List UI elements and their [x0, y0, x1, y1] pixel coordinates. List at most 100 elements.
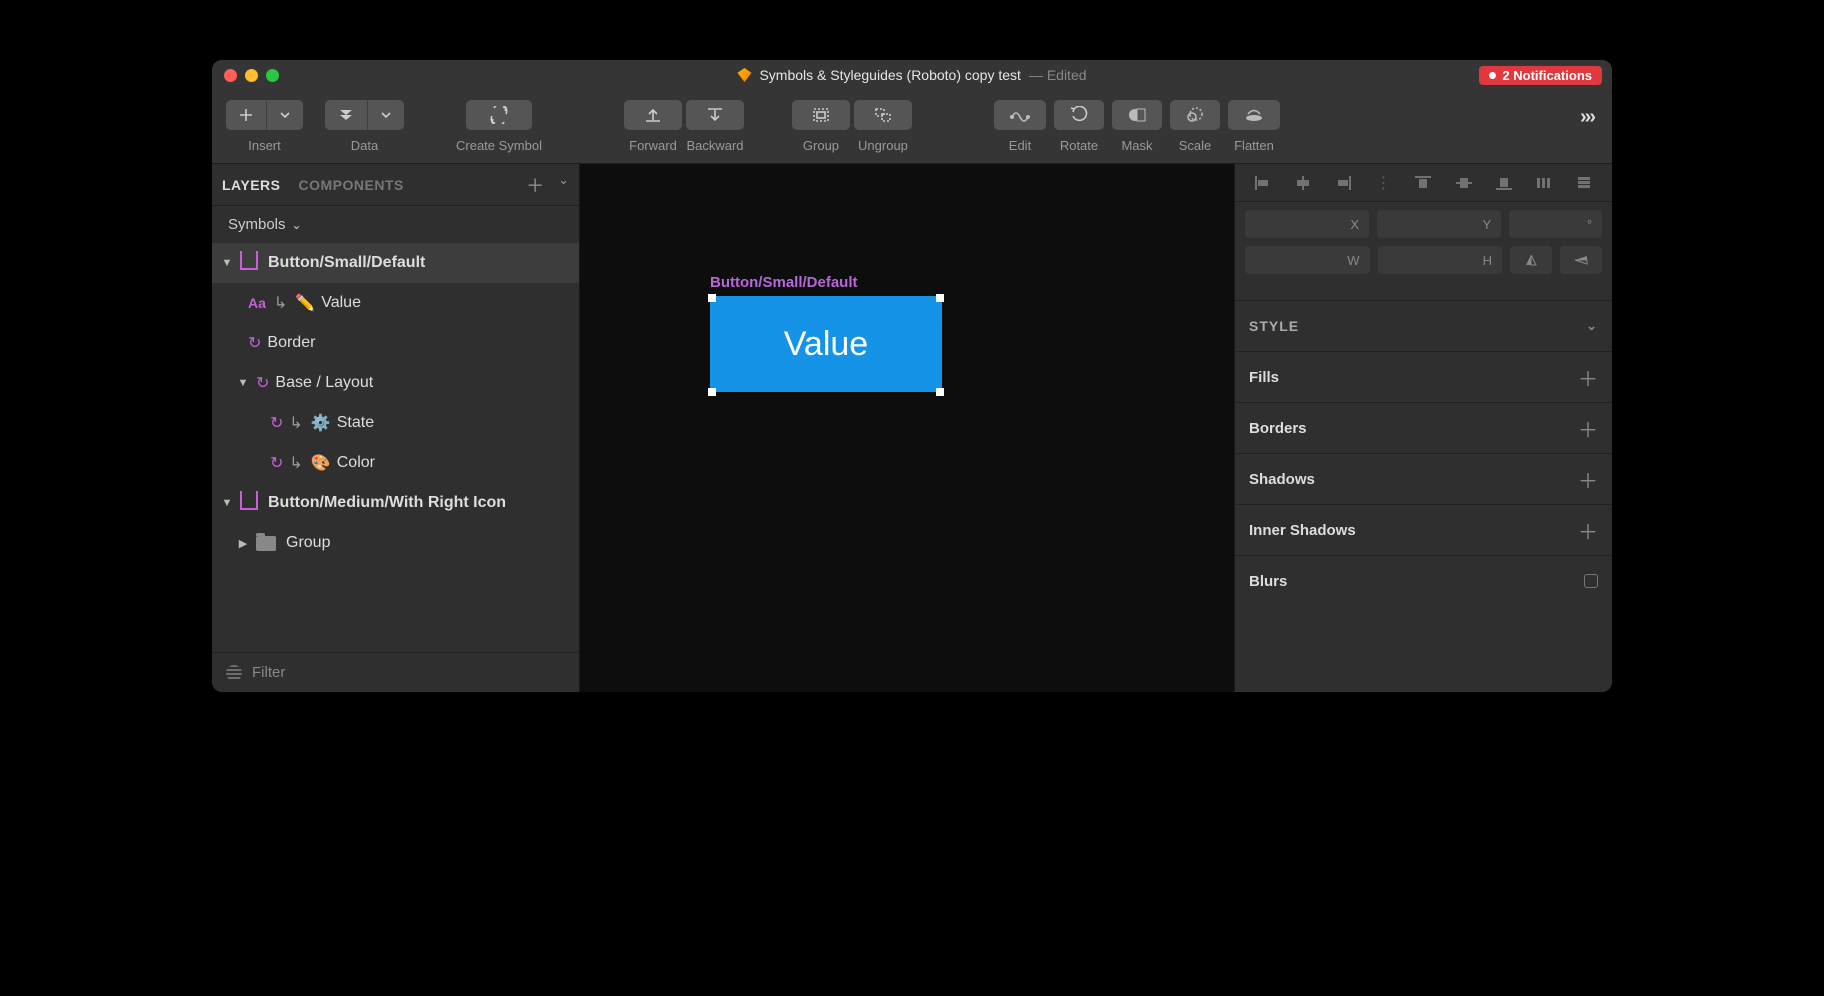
- flatten-button[interactable]: [1228, 100, 1280, 130]
- flip-vertical-button[interactable]: [1560, 246, 1602, 274]
- selection-handle-tr[interactable]: [936, 294, 944, 302]
- disclosure-triangle-icon[interactable]: ▼: [236, 377, 250, 389]
- override-arrow-icon: ↳: [274, 293, 287, 313]
- mask-button[interactable]: [1112, 100, 1162, 130]
- rotate-label: Rotate: [1060, 138, 1098, 153]
- tab-layers[interactable]: LAYERS: [222, 177, 281, 193]
- rotation-input[interactable]: °: [1509, 210, 1602, 238]
- group-button[interactable]: [792, 100, 850, 130]
- add-fill-button[interactable]: ＋: [1578, 363, 1598, 392]
- align-right-icon[interactable]: [1333, 175, 1353, 191]
- toolbar-overflow-button[interactable]: ›››: [1576, 100, 1598, 129]
- layer-label: Button/Medium/With Right Icon: [268, 494, 506, 512]
- edit-button[interactable]: [994, 100, 1046, 130]
- gear-icon: ⚙️: [311, 413, 331, 433]
- fills-section-header[interactable]: Fills＋: [1235, 352, 1612, 402]
- group-tool-group: Group: [792, 100, 850, 153]
- layer-label: Base / Layout: [275, 374, 373, 392]
- canvas[interactable]: Button/Small/Default Value: [580, 164, 1234, 692]
- align-hcenter-icon[interactable]: [1293, 175, 1313, 191]
- forward-button[interactable]: [624, 100, 682, 130]
- selection-handle-bl[interactable]: [708, 388, 716, 396]
- create-symbol-button[interactable]: [466, 100, 532, 130]
- left-sidebar: LAYERS COMPONENTS ＋ ⌄ Symbols ⌄ ▼ Button…: [212, 164, 580, 692]
- layer-artboard-button-medium[interactable]: ▼ Button/Medium/With Right Icon: [212, 483, 579, 523]
- data-dropdown[interactable]: [367, 100, 404, 130]
- filter-placeholder: Filter: [252, 664, 285, 681]
- scale-button[interactable]: [1170, 100, 1220, 130]
- distribute-h-icon[interactable]: [1534, 175, 1554, 191]
- disclosure-triangle-icon[interactable]: ▼: [220, 257, 234, 269]
- backward-group: Backward: [686, 100, 744, 153]
- filter-row[interactable]: Filter: [212, 652, 579, 692]
- layer-list: ▼ Button/Small/Default Aa ↳ ✏️ Value ↻ B…: [212, 243, 579, 652]
- layer-color[interactable]: ↻ ↳ 🎨 Color: [212, 443, 579, 483]
- selection-handle-tl[interactable]: [708, 294, 716, 302]
- layer-artboard-button-small-default[interactable]: ▼ Button/Small/Default: [212, 243, 579, 283]
- forward-group: Forward: [624, 100, 682, 153]
- layer-group[interactable]: ▶ Group: [212, 523, 579, 563]
- inner-shadows-section-header[interactable]: Inner Shadows＋: [1235, 505, 1612, 555]
- layer-value-text[interactable]: Aa ↳ ✏️ Value: [212, 283, 579, 323]
- align-left-icon[interactable]: [1253, 175, 1273, 191]
- add-shadow-button[interactable]: ＋: [1578, 465, 1598, 494]
- close-window-button[interactable]: [224, 69, 237, 82]
- layer-state[interactable]: ↻ ↳ ⚙️ State: [212, 403, 579, 443]
- borders-section-header[interactable]: Borders＋: [1235, 403, 1612, 453]
- window-controls: [224, 69, 279, 82]
- app-body: LAYERS COMPONENTS ＋ ⌄ Symbols ⌄ ▼ Button…: [212, 164, 1612, 692]
- group-label: Group: [803, 138, 839, 153]
- pencil-icon: ✏️: [295, 293, 315, 313]
- rotate-button[interactable]: [1054, 100, 1104, 130]
- artboard-title[interactable]: Button/Small/Default: [710, 274, 858, 291]
- add-border-button[interactable]: ＋: [1578, 414, 1598, 443]
- override-arrow-icon: ↳: [289, 413, 302, 433]
- insert-dropdown[interactable]: [266, 100, 303, 130]
- toolbar: Insert Data Create Symbol: [212, 90, 1612, 164]
- layer-label: Border: [267, 334, 315, 352]
- scale-group: Scale: [1170, 100, 1220, 153]
- notifications-badge[interactable]: 2 Notifications: [1479, 66, 1602, 85]
- backward-label: Backward: [686, 138, 743, 153]
- disclosure-triangle-icon[interactable]: ▶: [236, 537, 250, 550]
- zoom-window-button[interactable]: [266, 69, 279, 82]
- scale-label: Scale: [1179, 138, 1212, 153]
- selection-handle-br[interactable]: [936, 388, 944, 396]
- align-top-icon[interactable]: [1413, 175, 1433, 191]
- forward-label: Forward: [629, 138, 677, 153]
- layer-border[interactable]: ↻ Border: [212, 323, 579, 363]
- ungroup-button[interactable]: [854, 100, 912, 130]
- layer-base-layout[interactable]: ▼ ↻ Base / Layout: [212, 363, 579, 403]
- align-vcenter-icon[interactable]: [1454, 175, 1474, 191]
- distribute-v-icon[interactable]: [1574, 175, 1594, 191]
- create-symbol-group: Create Symbol: [456, 100, 542, 153]
- insert-button[interactable]: [226, 100, 266, 130]
- position-row: X Y °: [1235, 202, 1612, 246]
- blur-toggle[interactable]: [1584, 574, 1598, 588]
- window-title: Symbols & Styleguides (Roboto) copy test…: [737, 67, 1086, 83]
- pages-selector[interactable]: Symbols ⌄: [212, 206, 579, 243]
- width-input[interactable]: W: [1245, 246, 1370, 274]
- style-section-header[interactable]: STYLE⌄: [1235, 301, 1612, 351]
- y-input[interactable]: Y: [1377, 210, 1501, 238]
- align-divider: ⋮: [1373, 175, 1393, 191]
- add-inner-shadow-button[interactable]: ＋: [1578, 516, 1598, 545]
- backward-button[interactable]: [686, 100, 744, 130]
- tab-components[interactable]: COMPONENTS: [299, 177, 404, 193]
- document-name: Symbols & Styleguides (Roboto) copy test: [759, 67, 1020, 83]
- collapse-pages-button[interactable]: ⌄: [558, 172, 569, 198]
- disclosure-triangle-icon[interactable]: ▼: [220, 497, 234, 509]
- add-page-button[interactable]: ＋: [526, 172, 544, 198]
- flip-horizontal-button[interactable]: [1510, 246, 1552, 274]
- data-button[interactable]: [325, 100, 367, 130]
- x-input[interactable]: X: [1245, 210, 1369, 238]
- symbol-instance-icon: ↻: [256, 373, 269, 393]
- height-input[interactable]: H: [1378, 246, 1503, 274]
- artboard-button-small-default[interactable]: Value: [710, 296, 942, 392]
- align-bottom-icon[interactable]: [1494, 175, 1514, 191]
- alignment-row: ⋮: [1235, 164, 1612, 202]
- shadows-section-header[interactable]: Shadows＋: [1235, 454, 1612, 504]
- minimize-window-button[interactable]: [245, 69, 258, 82]
- blurs-section-header[interactable]: Blurs: [1235, 556, 1612, 606]
- filter-icon: [226, 665, 242, 681]
